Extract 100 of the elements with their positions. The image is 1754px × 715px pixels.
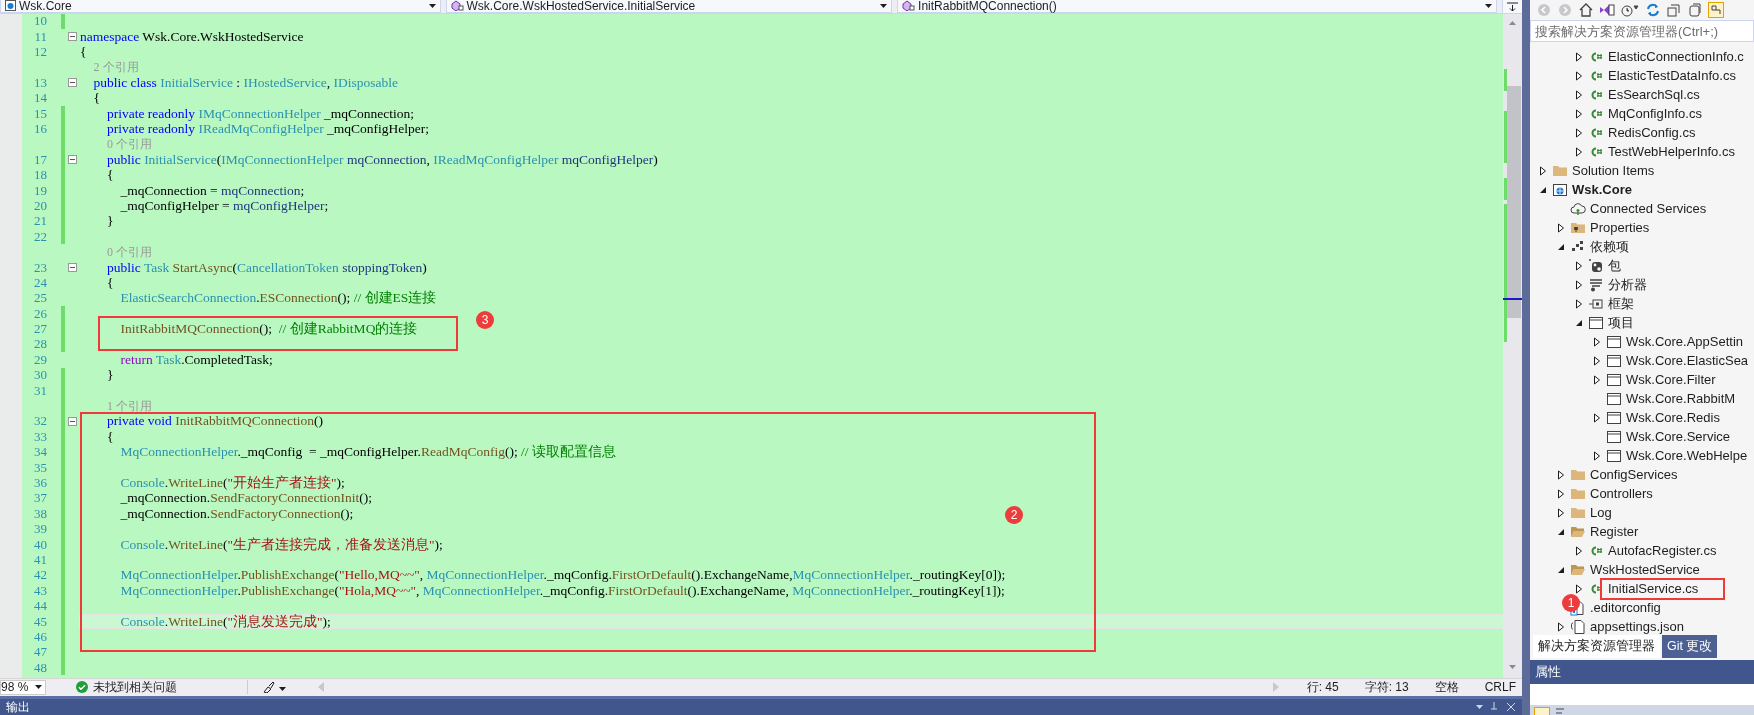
- web-project-icon: [1552, 181, 1568, 198]
- tree-item[interactable]: Controllers: [1590, 486, 1653, 501]
- line-ending-indicator[interactable]: CRLF: [1484, 680, 1516, 695]
- collapse-icon[interactable]: [67, 263, 77, 272]
- line-number: 24: [33, 274, 47, 291]
- expand-arrow-icon[interactable]: [1574, 146, 1584, 157]
- window-icon: [1606, 409, 1622, 426]
- collapse-icon[interactable]: [67, 155, 77, 165]
- expand-arrow-icon[interactable]: [1592, 412, 1602, 423]
- expand-arrow-icon[interactable]: [1556, 507, 1566, 518]
- home-icon[interactable]: [1578, 1, 1594, 18]
- expand-arrow-icon[interactable]: [1574, 70, 1584, 81]
- collapse-icon[interactable]: [67, 78, 77, 88]
- indent-indicator[interactable]: 空格: [1434, 678, 1459, 696]
- search-field[interactable]: 搜索解决方案资源管理器(Ctrl+;): [1530, 20, 1754, 42]
- tree-item[interactable]: Wsk.Core.RabbitM: [1626, 391, 1736, 406]
- scrollbar[interactable]: [1503, 13, 1522, 679]
- expand-arrow-icon[interactable]: [1574, 279, 1584, 290]
- expand-arrow-icon[interactable]: [1592, 374, 1602, 385]
- expand-arrow-icon[interactable]: [1574, 127, 1584, 138]
- tree-item[interactable]: EsSearchSql.cs: [1608, 87, 1700, 102]
- tree-item[interactable]: Register: [1590, 524, 1639, 539]
- line-number: 37: [33, 490, 47, 507]
- tree-item[interactable]: Wsk.Core.Redis: [1626, 410, 1720, 425]
- tree-item[interactable]: Properties: [1590, 220, 1650, 235]
- line-number: 45: [33, 613, 47, 630]
- expand-arrow-icon[interactable]: [1556, 488, 1566, 499]
- issues-status[interactable]: 未找到相关问题: [93, 678, 177, 696]
- expand-arrow-icon[interactable]: [1574, 51, 1584, 62]
- code-line: {: [92, 90, 100, 107]
- tree-item[interactable]: 依赖项: [1590, 237, 1629, 256]
- brush-icon[interactable]: [262, 681, 275, 694]
- tree-item[interactable]: MqConfigInfo.cs: [1608, 106, 1702, 121]
- copy-icon[interactable]: [1687, 1, 1703, 18]
- code-line: private void InitRabbitMQConnection(): [106, 413, 323, 430]
- member-dropdown[interactable]: InitRabbitMQConnection(): [897, 0, 1498, 13]
- tree-item[interactable]: Wsk.Core.AppSettin: [1626, 334, 1744, 349]
- expand-arrow-icon[interactable]: [1574, 89, 1584, 100]
- tree-item[interactable]: Solution Items: [1572, 163, 1655, 178]
- line-number: 48: [33, 659, 47, 676]
- line-indicator[interactable]: 行: 45: [1306, 678, 1339, 696]
- method-icon: [902, 0, 916, 12]
- panel-controls-icon[interactable]: [1476, 702, 1516, 712]
- column-indicator[interactable]: 字符: 13: [1364, 678, 1409, 696]
- tree-item[interactable]: 分析器: [1608, 275, 1647, 294]
- code-line: ElasticSearchConnection.ESConnection(); // 创建ES连接: [119, 289, 437, 308]
- expand-arrow-icon[interactable]: [1574, 108, 1584, 119]
- line-number: 36: [33, 475, 47, 491]
- expand-arrow-icon[interactable]: [1556, 469, 1566, 480]
- tree-item[interactable]: 项目: [1608, 313, 1634, 332]
- tree-item[interactable]: Wsk.Core.WebHelpe: [1626, 448, 1748, 463]
- expand-arrow-icon[interactable]: [1574, 260, 1584, 271]
- tree-item[interactable]: Connected Services: [1590, 201, 1707, 216]
- tree-item[interactable]: AutofacRegister.cs: [1608, 543, 1717, 558]
- tree-item[interactable]: ConfigServices: [1590, 467, 1678, 482]
- tree-item[interactable]: ElasticConnectionInfo.c: [1608, 49, 1744, 64]
- expand-arrow-icon[interactable]: [1574, 298, 1584, 309]
- tree-item[interactable]: Wsk.Core: [1572, 182, 1632, 197]
- sync-icon[interactable]: [1645, 1, 1661, 18]
- tree-item[interactable]: Log: [1590, 505, 1612, 520]
- tree-item[interactable]: 包: [1608, 256, 1621, 275]
- panel-tab[interactable]: 解决方案资源管理器: [1533, 635, 1660, 658]
- sync-view-icon[interactable]: [1708, 1, 1724, 18]
- tree-item[interactable]: Wsk.Core.Filter: [1626, 372, 1716, 387]
- tree-item[interactable]: .editorconfig: [1590, 600, 1661, 615]
- expand-arrow-icon[interactable]: [1592, 336, 1602, 347]
- package-icon: [1588, 257, 1604, 274]
- solution-icon[interactable]: [1599, 1, 1615, 18]
- line-number: 28: [33, 336, 47, 353]
- expand-arrow-icon[interactable]: [1574, 583, 1584, 594]
- project-dropdown[interactable]: Wsk.Core: [0, 0, 441, 13]
- code-line: _mqConnection.SendFactoryConnectionInit();: [119, 490, 373, 507]
- tree-item[interactable]: Wsk.Core.Service: [1626, 429, 1731, 444]
- expand-arrow-icon[interactable]: [1556, 621, 1566, 632]
- code-line: _mqConnection = mqConnection;: [119, 182, 305, 199]
- tree-item[interactable]: appsettings.json: [1590, 619, 1684, 634]
- tree-item[interactable]: ElasticTestDataInfo.cs: [1608, 68, 1736, 83]
- collapse-all-icon[interactable]: [1666, 1, 1682, 18]
- type-dropdown[interactable]: Wsk.Core.WskHostedService.InitialService: [445, 0, 893, 13]
- collapse-icon[interactable]: [67, 32, 77, 42]
- expand-arrow-icon[interactable]: [1538, 165, 1548, 176]
- expand-arrow-icon[interactable]: [1574, 545, 1584, 556]
- code-line: {: [106, 428, 114, 445]
- expand-arrow-icon[interactable]: [1556, 222, 1566, 233]
- zoom-dropdown[interactable]: 98 %: [0, 679, 46, 695]
- code-line: private readonly IReadMqConfigHelper _mqConfigHelper;: [106, 121, 430, 137]
- panel-tab[interactable]: Git 更改: [1662, 635, 1718, 658]
- collapse-icon[interactable]: [67, 416, 77, 426]
- expand-arrow-icon[interactable]: [1592, 355, 1602, 366]
- tree-item[interactable]: 框架: [1608, 294, 1634, 313]
- code-line: namespace Wsk.Core.WskHostedService: [80, 28, 304, 45]
- tree-item[interactable]: TestWebHelperInfo.cs: [1608, 144, 1735, 159]
- tree-item[interactable]: Wsk.Core.ElasticSea: [1626, 353, 1749, 368]
- code-line: MqConnectionHelper.PublishExchange("Hola,MQ~~", MqConnectionHelper._mqConfig.FirstOrDefault().ExchangeName, MqConnectionHelper._routingKey[1]);: [119, 582, 1005, 599]
- tree-item[interactable]: RedisConfig.cs: [1608, 125, 1696, 140]
- caret-icon: [428, 3, 436, 8]
- expand-arrow-icon[interactable]: [1592, 450, 1602, 461]
- split-icon[interactable]: [1507, 0, 1519, 12]
- tree-item[interactable]: WskHostedService: [1590, 562, 1700, 577]
- tree-item[interactable]: InitialService.cs: [1608, 581, 1699, 596]
